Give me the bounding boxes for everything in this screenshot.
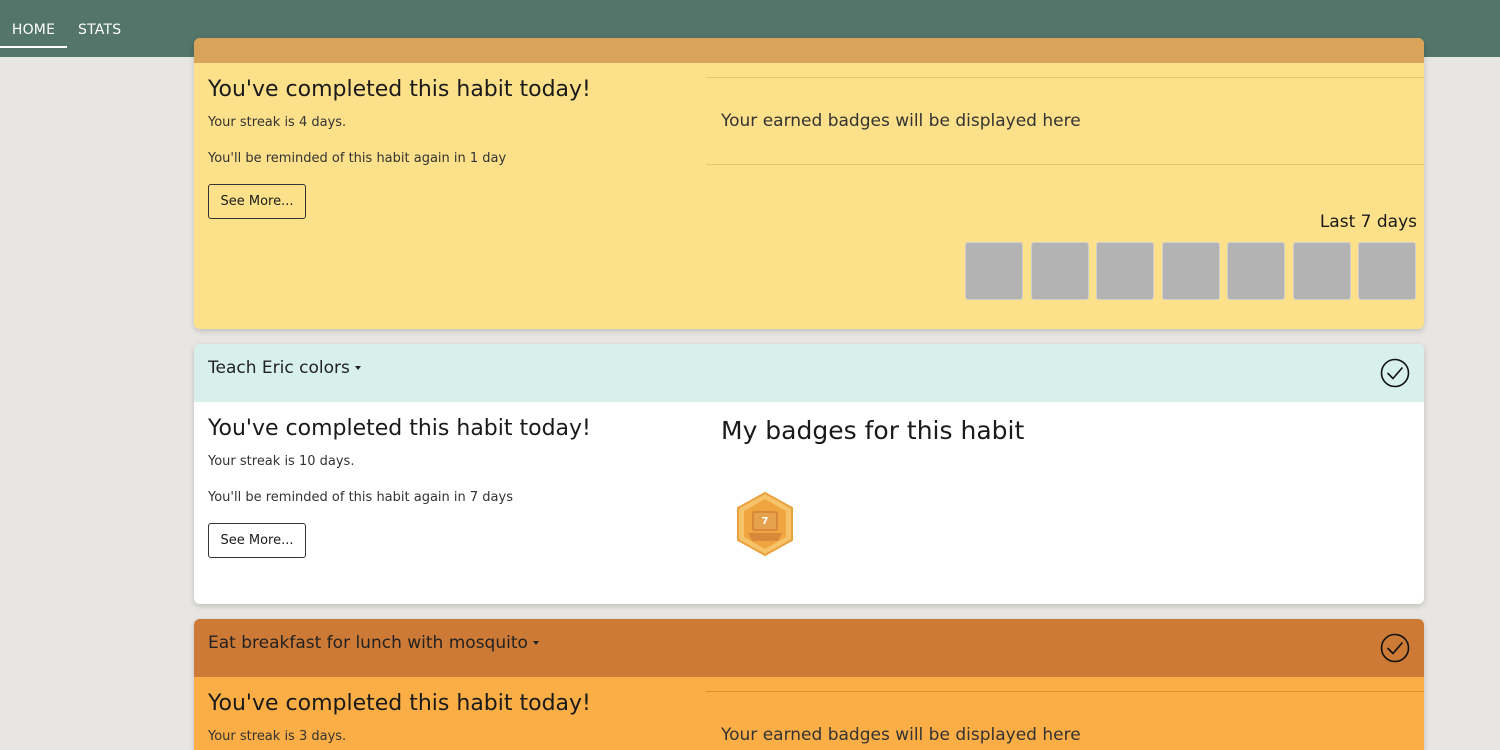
day-box xyxy=(965,242,1023,300)
habit-card: Teach Eric colors You've completed this … xyxy=(194,344,1424,604)
day-box xyxy=(1162,242,1220,300)
day-box xyxy=(1096,242,1154,300)
streak-text: Your streak is 4 days. xyxy=(208,115,347,130)
see-more-button[interactable]: See More... xyxy=(208,184,306,219)
habit-title-dropdown[interactable]: Eat breakfast for lunch with mosquito xyxy=(208,633,539,653)
my-badges-title: My badges for this habit xyxy=(721,416,1025,445)
day-box xyxy=(1227,242,1285,300)
badge-value: 7 xyxy=(762,516,769,527)
habit-card-header: Eat breakfast for lunch with mosquito xyxy=(194,619,1424,677)
habit-title-dropdown[interactable]: Teach Eric colors xyxy=(208,358,361,378)
caret-down-icon xyxy=(532,641,539,645)
nav-home-tab[interactable]: HOME xyxy=(0,0,67,48)
badges-placeholder-text: Your earned badges will be displayed her… xyxy=(721,111,1081,131)
habit-card: Eat breakfast for lunch with mosquito Yo… xyxy=(194,619,1424,750)
see-more-button[interactable]: See More... xyxy=(208,523,306,558)
habit-card-header-strip xyxy=(194,38,1424,63)
caret-down-icon xyxy=(354,366,361,370)
check-circle-icon[interactable] xyxy=(1380,633,1410,663)
completed-message: You've completed this habit today! xyxy=(208,691,591,716)
habit-title: Teach Eric colors xyxy=(208,358,350,378)
streak-text: Your streak is 10 days. xyxy=(208,454,355,469)
streak-text: Your streak is 3 days. xyxy=(208,729,347,744)
nav-stats-tab[interactable]: STATS xyxy=(78,0,121,48)
check-circle-icon[interactable] xyxy=(1380,358,1410,388)
hexagon-badge-icon[interactable]: 7 xyxy=(734,491,796,557)
day-box xyxy=(1358,242,1416,300)
day-box xyxy=(1293,242,1351,300)
badges-placeholder-text: Your earned badges will be displayed her… xyxy=(721,725,1081,745)
badges-placeholder-area: Your earned badges will be displayed her… xyxy=(706,691,1424,750)
completed-message: You've completed this habit today! xyxy=(208,77,591,102)
completed-message: You've completed this habit today! xyxy=(208,416,591,441)
reminder-text: You'll be reminded of this habit again i… xyxy=(208,151,507,166)
badges-placeholder-area: Your earned badges will be displayed her… xyxy=(706,77,1424,165)
habit-card-header: Teach Eric colors xyxy=(194,344,1424,402)
reminder-text: You'll be reminded of this habit again i… xyxy=(208,490,513,505)
last-7-days-label: Last 7 days xyxy=(1319,212,1417,232)
habit-card: You've completed this habit today! Your … xyxy=(194,38,1424,329)
habit-title: Eat breakfast for lunch with mosquito xyxy=(208,633,528,653)
habit-card-body: You've completed this habit today! Your … xyxy=(194,63,1424,329)
day-box xyxy=(1031,242,1089,300)
